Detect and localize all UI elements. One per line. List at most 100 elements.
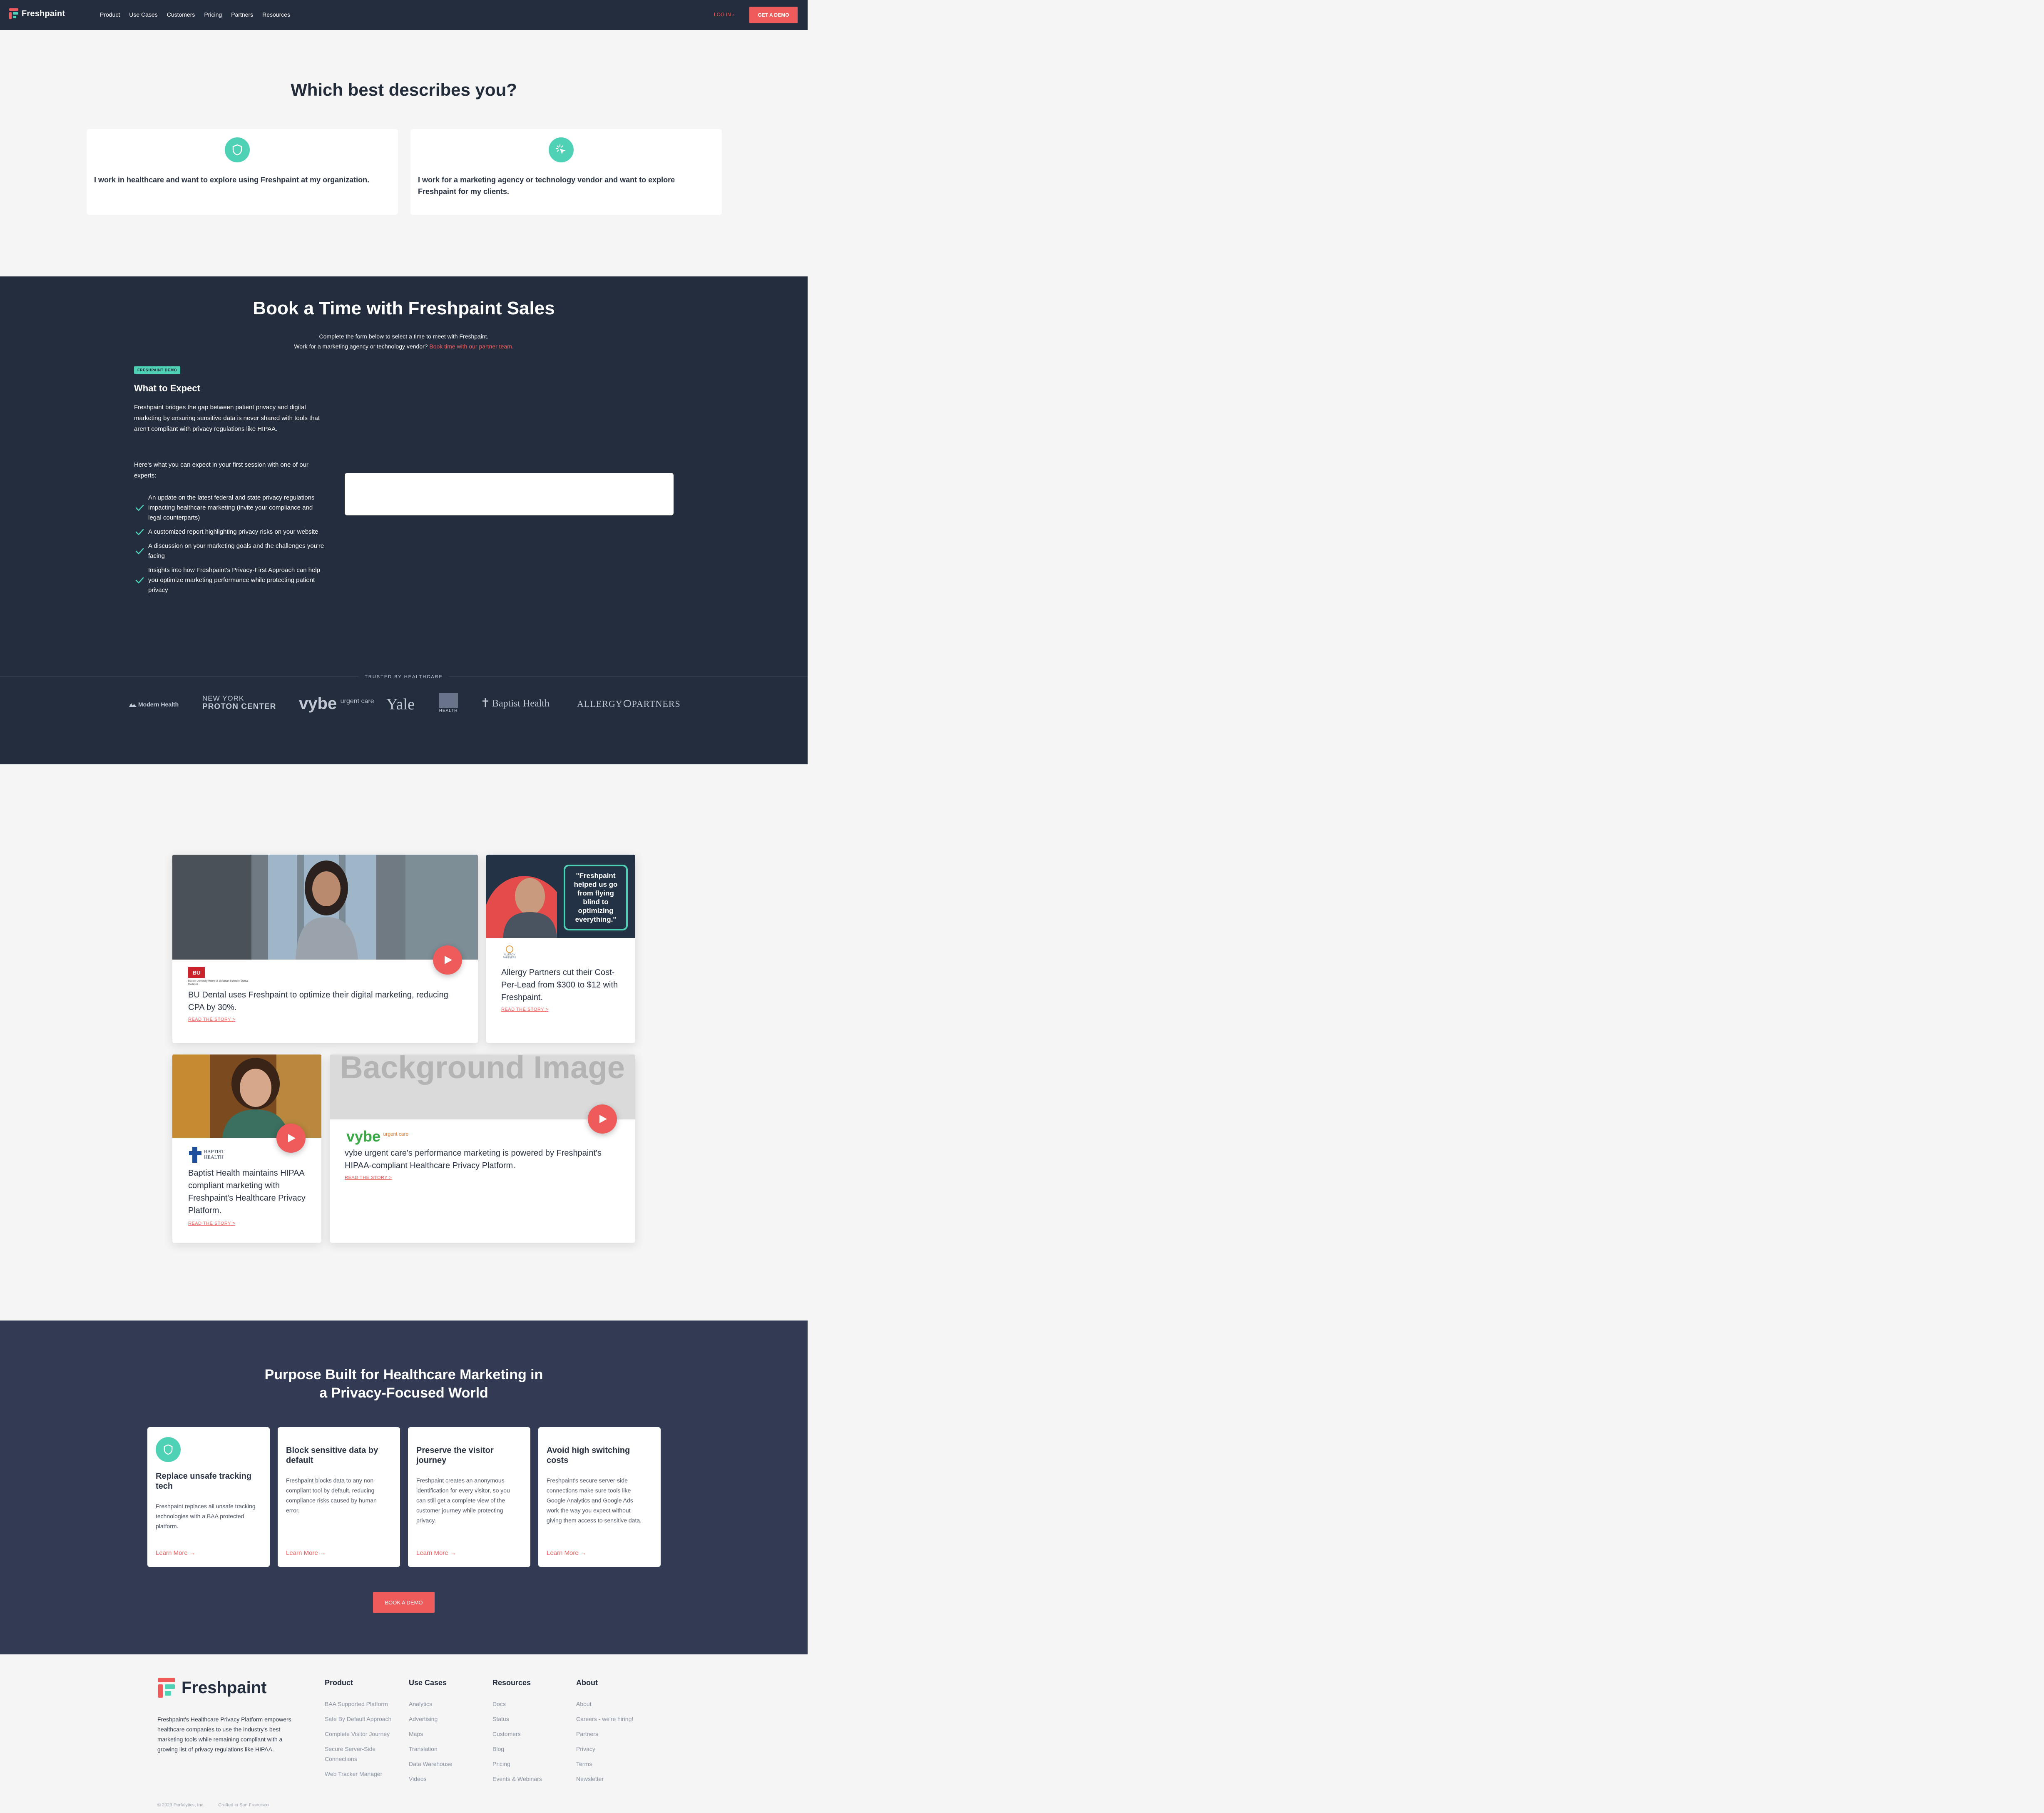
footer-link[interactable]: Docs (492, 1699, 572, 1709)
learn-more-link[interactable]: Learn More → (416, 1549, 456, 1557)
top-nav: Freshpaint Product Use Cases Customers P… (0, 0, 808, 30)
login-link[interactable]: LOG IN › (714, 12, 734, 17)
baptist-read-story-link[interactable]: READ THE STORY > (188, 1221, 235, 1226)
play-video-button[interactable] (588, 1104, 617, 1134)
bu-logo: BU (188, 967, 205, 978)
baptist-logo: BAPTIST HEALTH (188, 1145, 233, 1164)
play-video-button[interactable] (433, 945, 462, 975)
expect-paragraph-2: Here's what you can expect in your first… (134, 461, 308, 479)
booking-form-embed[interactable] (345, 473, 674, 515)
footer-link[interactable]: Privacy (576, 1744, 655, 1754)
book-sub-line2-text: Work for a marketing agency or technolog… (294, 343, 428, 350)
footer-link[interactable]: Blog (492, 1744, 572, 1754)
background-image-placeholder: Background Image (340, 1054, 625, 1085)
footer-link[interactable]: BAA Supported Platform (325, 1699, 404, 1709)
feature-title: Replace unsafe tracking tech (156, 1472, 252, 1491)
nav-customers[interactable]: Customers (167, 11, 195, 18)
footer-link[interactable]: Data Warehouse (409, 1759, 488, 1769)
shield-icon (156, 1437, 181, 1462)
bu-logo-caption: Boston University Henry M. Goldman Schoo… (188, 980, 249, 986)
story-card-baptist[interactable]: BAPTIST HEALTH Baptist Health maintains … (172, 1054, 321, 1243)
book-title: Book a Time with Freshpaint Sales (253, 298, 555, 318)
footer-link[interactable]: Events & Webinars (492, 1774, 572, 1784)
baptist-logo-text: BAPTIST HEALTH (204, 1149, 224, 1160)
expect-paragraph-1: Freshpaint bridges the gap between patie… (134, 404, 320, 433)
allergy-story-text: Allergy Partners cut their Cost-Per-Lead… (501, 968, 618, 1002)
trusted-label-text: TRUSTED BY HEALTHCARE (359, 674, 449, 679)
footer-logo[interactable]: Freshpaint (158, 1678, 266, 1698)
book-subtitle: Complete the form below to select a time… (0, 331, 808, 351)
play-icon (599, 1115, 607, 1123)
allergy-read-story-link[interactable]: READ THE STORY > (501, 1007, 548, 1012)
shield-icon (225, 137, 250, 162)
footer-link[interactable]: Partners (576, 1729, 655, 1739)
footer-link[interactable]: Maps (409, 1729, 488, 1739)
nav-links: Product Use Cases Customers Pricing Part… (100, 11, 290, 18)
proton-line2: PROTON CENTER (202, 702, 276, 711)
play-video-button[interactable] (276, 1124, 306, 1153)
page: Freshpaint Product Use Cases Customers P… (0, 0, 808, 1813)
nav-pricing[interactable]: Pricing (204, 11, 222, 18)
story-card-allergy[interactable]: "Freshpaint helped us go from flying bli… (486, 855, 635, 1043)
footer-link[interactable]: Terms (576, 1759, 655, 1769)
check-icon (135, 505, 144, 511)
footer-link[interactable]: Videos (409, 1774, 488, 1784)
feature-body: Freshpaint replaces all unsafe tracking … (156, 1503, 256, 1529)
footer-link[interactable]: Pricing (492, 1759, 572, 1769)
baptist-health-logo: Baptist Health (481, 698, 550, 709)
expect-checklist: An update on the latest federal and stat… (134, 493, 326, 599)
play-icon (445, 956, 452, 964)
bu-read-story-link[interactable]: READ THE STORY > (188, 1017, 235, 1022)
feature-card-block: Block sensitive data by default Freshpai… (278, 1427, 400, 1567)
footer-link[interactable]: Analytics (409, 1699, 488, 1709)
story-card-vybe[interactable]: Background Image vybe urgent care vybe u… (330, 1054, 635, 1243)
footer-link[interactable]: Status (492, 1714, 572, 1724)
story-card-bu[interactable]: BU Boston University Henry M. Goldman Sc… (172, 855, 478, 1043)
footer-col-title: Use Cases (409, 1679, 447, 1687)
allergy-quote: "Freshpaint helped us go from flying bli… (574, 872, 618, 923)
footer-link[interactable]: About (576, 1699, 655, 1709)
baptist-cross-icon (189, 1147, 201, 1163)
footer-link[interactable]: Secure Server-Side Connections (325, 1744, 404, 1764)
vybe-card-logo-text: vybe (346, 1128, 381, 1145)
option-healthcare-text: I work in healthcare and want to explore… (94, 176, 370, 184)
partner-team-link[interactable]: Book time with our partner team. (429, 343, 513, 350)
option-agency-card[interactable]: I work for a marketing agency or technol… (410, 129, 722, 215)
nav-use-cases[interactable]: Use Cases (129, 11, 157, 18)
learn-more-link[interactable]: Learn More → (156, 1549, 196, 1557)
checklist-item-text: A discussion on your marketing goals and… (148, 542, 324, 560)
footer-link[interactable]: Translation (409, 1744, 488, 1754)
footer-link[interactable]: Careers - we're hiring! (576, 1714, 655, 1724)
footer-link[interactable]: Complete Visitor Journey (325, 1729, 404, 1739)
nav-resources[interactable]: Resources (262, 11, 290, 18)
vybe-logo-text: vybe (299, 694, 337, 713)
footer-col-resources: Resources Docs Status Customers Blog Pri… (492, 1679, 572, 1789)
book-sub-line2: Work for a marketing agency or technolog… (0, 341, 808, 351)
demo-badge: FRESHPAINT DEMO (134, 366, 181, 374)
book-sub-line1: Complete the form below to select a time… (319, 333, 489, 340)
logo[interactable]: Freshpaint (9, 8, 65, 19)
nav-product[interactable]: Product (100, 11, 120, 18)
learn-more-link[interactable]: Learn More → (547, 1549, 587, 1557)
vybe-read-story-link[interactable]: READ THE STORY > (345, 1175, 392, 1180)
vybe-card-logo-sub: urgent care (383, 1131, 409, 1137)
freshpaint-logo-icon (158, 1678, 175, 1698)
footer-link[interactable]: Web Tracker Manager (325, 1769, 404, 1779)
footer-link[interactable]: Safe By Default Approach (325, 1714, 404, 1724)
vybe-card-logo: vybe urgent care (346, 1128, 408, 1145)
click-icon (549, 137, 574, 162)
footer-col-about: About About Careers - we're hiring! Part… (576, 1679, 655, 1789)
footer-link[interactable]: Customers (492, 1729, 572, 1739)
bu-story-text: BU Dental uses Freshpaint to optimize th… (188, 990, 448, 1012)
book-demo-button[interactable]: BOOK A DEMO (373, 1592, 435, 1613)
footer-link[interactable]: Advertising (409, 1714, 488, 1724)
learn-more-link[interactable]: Learn More → (286, 1549, 326, 1557)
footer-link[interactable]: Newsletter (576, 1774, 655, 1784)
get-demo-button[interactable]: GET A DEMO (749, 7, 798, 23)
nav-partners[interactable]: Partners (231, 11, 253, 18)
health-logo-text: HEALTH (439, 709, 458, 713)
feature-title: Avoid high switching costs (547, 1446, 630, 1465)
purpose-title-line2: a Privacy-Focused World (319, 1385, 488, 1401)
option-healthcare-card[interactable]: I work in healthcare and want to explore… (87, 129, 398, 215)
proton-line1: NEW YORK (202, 694, 244, 702)
